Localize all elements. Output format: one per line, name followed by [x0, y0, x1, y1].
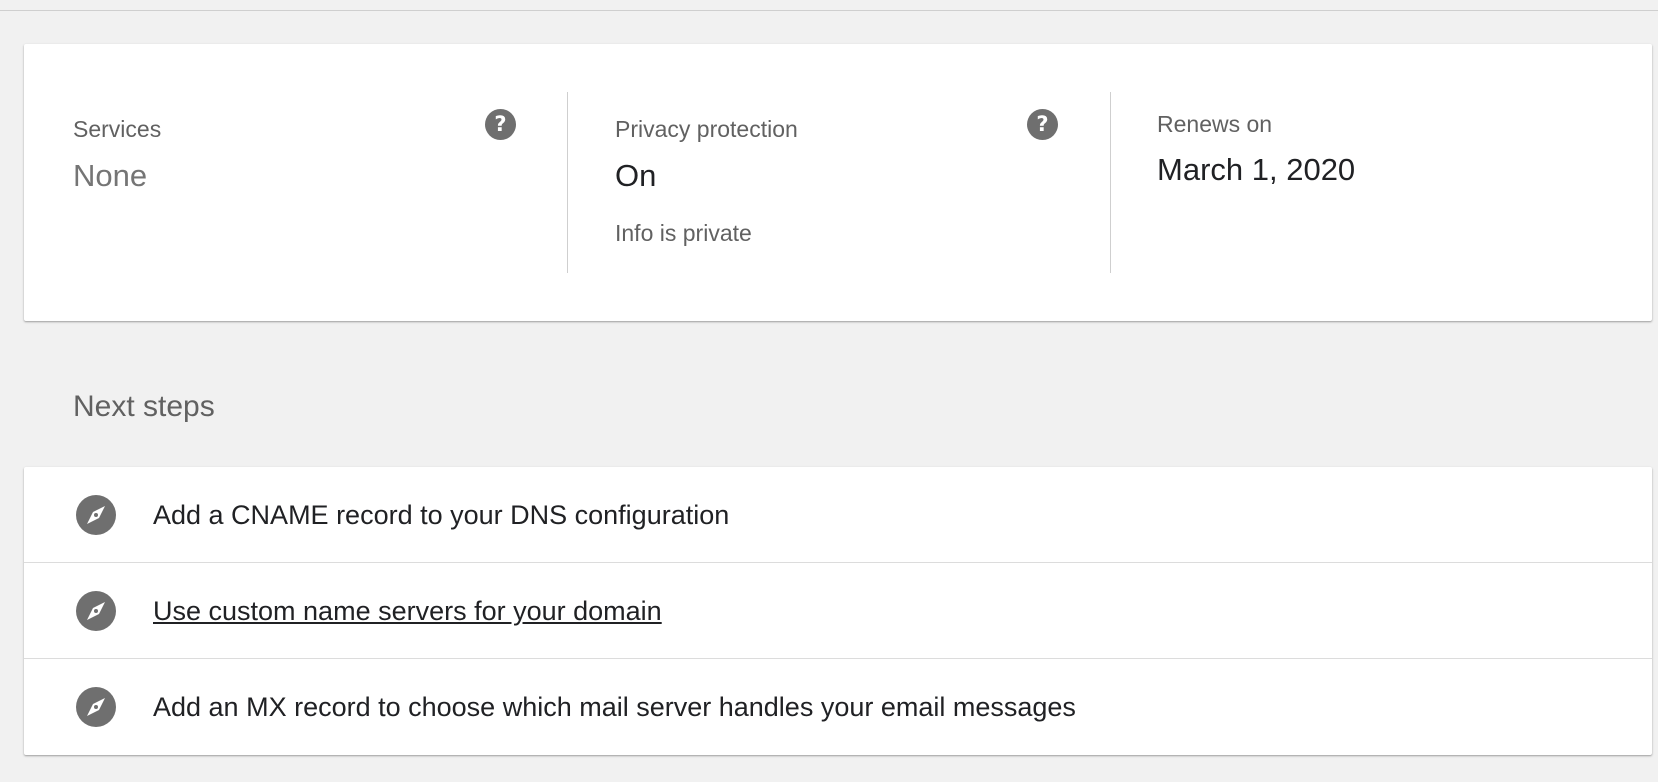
next-step-add-mx[interactable]: Add an MX record to choose which mail se…: [24, 659, 1652, 754]
renews-on-label: Renews on: [1157, 111, 1273, 137]
compass-icon: [76, 591, 116, 631]
column-divider: [567, 92, 568, 273]
next-step-label: Add a CNAME record to your DNS configura…: [153, 500, 730, 530]
custom-name-servers-link[interactable]: Use custom name servers for your domain: [153, 596, 662, 627]
next-steps-list: Add a CNAME record to your DNS configura…: [24, 467, 1652, 755]
compass-icon: [76, 495, 116, 535]
services-label: Services: [73, 116, 162, 142]
next-step-add-cname[interactable]: Add a CNAME record to your DNS configura…: [24, 467, 1652, 563]
next-step-custom-name-servers[interactable]: Use custom name servers for your domain: [24, 563, 1652, 659]
services-value: None: [73, 158, 148, 193]
next-steps-title: Next steps: [73, 390, 215, 423]
privacy-protection-label: Privacy protection: [615, 116, 798, 142]
services-help-icon[interactable]: ?: [485, 109, 516, 140]
privacy-protection-status: Info is private: [615, 220, 752, 246]
renews-on-date: March 1, 2020: [1157, 152, 1356, 187]
top-divider: [0, 10, 1658, 11]
next-step-label: Add an MX record to choose which mail se…: [153, 692, 1076, 722]
privacy-protection-value: On: [615, 158, 657, 193]
domain-summary-card: Services ? None Privacy protection ? On …: [24, 44, 1652, 321]
privacy-help-icon[interactable]: ?: [1027, 109, 1058, 140]
compass-icon: [76, 687, 116, 727]
column-divider: [1110, 92, 1111, 273]
